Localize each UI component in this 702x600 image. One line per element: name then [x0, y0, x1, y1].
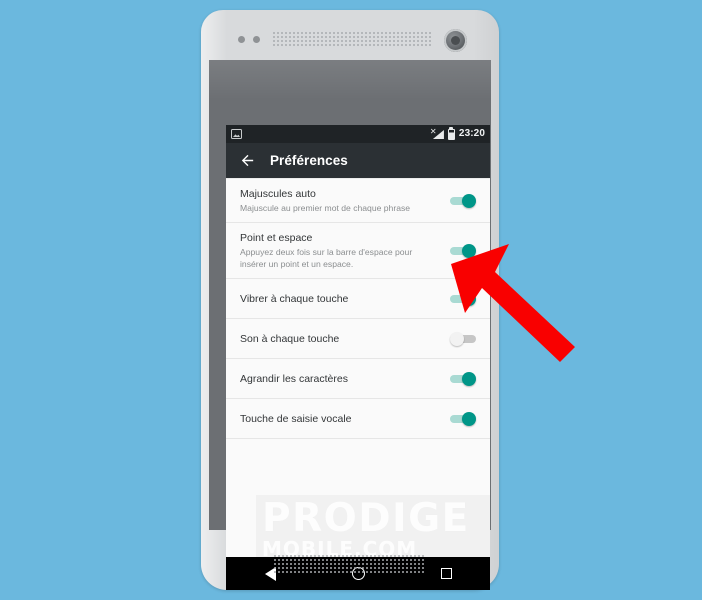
setting-title: Majuscules auto	[240, 188, 316, 200]
bottom-speaker-grille	[274, 555, 426, 573]
proximity-sensor-icon	[238, 36, 245, 43]
setting-row-touche-de-saisie-vocale[interactable]: Touche de saisie vocale	[226, 399, 490, 440]
setting-summary: Appuyez deux fois sur la barre d'espace …	[240, 247, 413, 270]
toggle-point-et-espace[interactable]	[450, 243, 476, 258]
toggle-agrandir-les-caracteres[interactable]	[450, 371, 476, 386]
toggle-thumb	[462, 291, 476, 306]
app-bar: Préférences	[226, 143, 490, 178]
toggle-thumb	[462, 193, 476, 208]
front-camera-icon	[444, 29, 467, 52]
setting-title: Son à chaque touche	[240, 332, 340, 345]
status-bar: ✕ 23:20	[226, 125, 490, 143]
setting-title: Point et espace	[240, 232, 313, 245]
setting-text: Touche de saisie vocale	[240, 404, 440, 434]
signal-no-sim-marker: ✕	[429, 127, 437, 136]
toggle-thumb	[462, 243, 476, 258]
page-title: Préférences	[270, 153, 348, 168]
toggle-majuscules-auto[interactable]	[450, 193, 476, 208]
settings-list: Majuscules auto Majuscule au premier mot…	[226, 178, 490, 440]
setting-text: Vibrer à chaque touche	[240, 284, 440, 314]
phone-top-hardware	[201, 10, 499, 60]
toggle-thumb	[462, 411, 476, 426]
battery-icon	[447, 126, 455, 140]
phone-bottom-hardware	[201, 530, 499, 590]
setting-row-point-et-espace[interactable]: Point et espace Appuyez deux fois sur la…	[226, 223, 490, 280]
toggle-thumb	[462, 371, 476, 386]
status-bar-right-icons: ✕ 23:20	[429, 126, 485, 140]
toggle-thumb	[450, 331, 464, 346]
setting-title: Touche de saisie vocale	[240, 412, 352, 425]
status-bar-left-icons	[231, 129, 242, 139]
setting-row-vibrer-a-chaque-touche[interactable]: Vibrer à chaque touche	[226, 279, 490, 320]
setting-row-majuscules-auto[interactable]: Majuscules auto Majuscule au premier mot…	[226, 178, 490, 224]
setting-text: Majuscules auto Majuscule au premier mot…	[240, 179, 440, 222]
phone-device: ✕ 23:20 Préférences Majuscules auto Maju…	[201, 10, 499, 590]
screen-bezel: ✕ 23:20 Préférences Majuscules auto Maju…	[209, 60, 491, 590]
setting-title: Agrandir les caractères	[240, 372, 348, 385]
toggle-touche-de-saisie-vocale[interactable]	[450, 411, 476, 426]
setting-title: Vibrer à chaque touche	[240, 292, 349, 305]
setting-row-agrandir-les-caracteres[interactable]: Agrandir les caractères	[226, 359, 490, 400]
signal-icon: ✕	[429, 127, 444, 139]
setting-text: Point et espace Appuyez deux fois sur la…	[240, 223, 440, 278]
status-clock: 23:20	[458, 128, 485, 139]
earpiece-speaker-grille	[273, 32, 431, 48]
setting-text: Son à chaque touche	[240, 324, 440, 354]
screenshot-icon	[231, 129, 242, 139]
setting-row-son-a-chaque-touche[interactable]: Son à chaque touche	[226, 319, 490, 360]
camera-lens	[451, 36, 460, 45]
light-sensor-icon	[253, 36, 260, 43]
back-arrow-icon[interactable]	[239, 152, 256, 169]
phone-screen: ✕ 23:20 Préférences Majuscules auto Maju…	[226, 125, 490, 590]
toggle-son-a-chaque-touche[interactable]	[450, 331, 476, 346]
setting-text: Agrandir les caractères	[240, 364, 440, 394]
toggle-vibrer-a-chaque-touche[interactable]	[450, 291, 476, 306]
setting-summary: Majuscule au premier mot de chaque phras…	[240, 203, 411, 214]
